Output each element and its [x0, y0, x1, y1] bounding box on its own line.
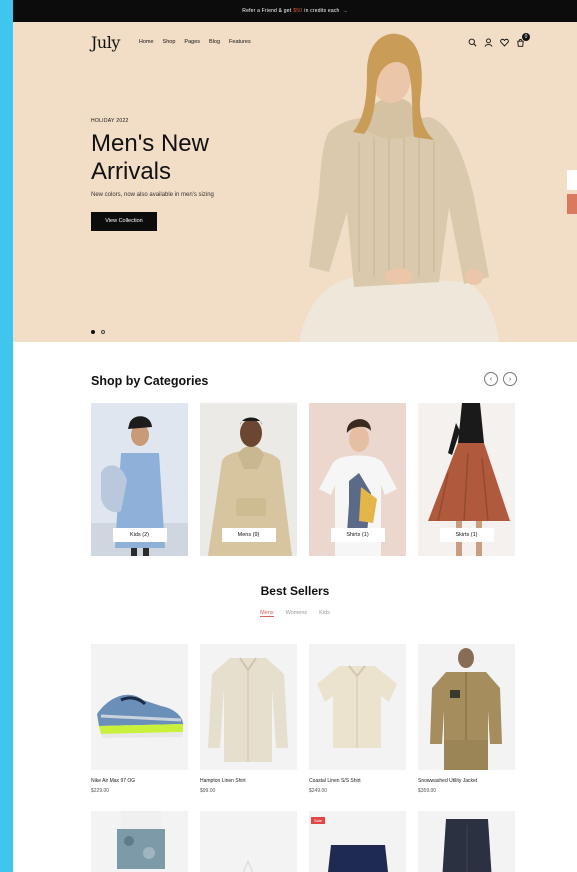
product-grid: Nike Air Max 97 OG $229.00 Hampton Linen…: [91, 644, 515, 794]
best-sellers-title: Best Sellers: [260, 584, 330, 598]
announcement-accent: $50: [293, 8, 303, 14]
account-icon[interactable]: [484, 37, 493, 47]
hero-model-image: [299, 33, 499, 342]
product-image[interactable]: [200, 811, 297, 872]
announcement-bar[interactable]: Refer a Friend & get $50 in credits each…: [13, 0, 577, 22]
product-image[interactable]: Sale: [309, 811, 406, 872]
wishlist-icon[interactable]: [500, 38, 509, 47]
utility-jacket-image: [430, 648, 502, 770]
category-list: Kids (2) Mens (9) Shirts (1) Skirts (1): [91, 403, 515, 556]
sale-badge: Sale: [311, 817, 326, 824]
product-name[interactable]: Coastal Linen S/S Shirt: [309, 778, 406, 784]
product-card[interactable]: Coastal Linen S/S Shirt $249.00: [309, 644, 406, 794]
category-label: Mens (9): [221, 528, 276, 542]
dark-jeans-image: [442, 819, 492, 872]
chevron-right-icon[interactable]: ›: [503, 372, 517, 386]
product-image[interactable]: [91, 811, 188, 872]
product-image[interactable]: [418, 811, 515, 872]
page: Refer a Friend & get $50 in credits each…: [13, 0, 577, 872]
hero-eyebrow: HOLIDAY 2022: [91, 118, 129, 124]
product-image[interactable]: [200, 644, 297, 770]
product-image[interactable]: [91, 644, 188, 770]
slide-dot-2[interactable]: [101, 330, 105, 334]
product-name[interactable]: Hampton Linen Shirt: [200, 778, 297, 784]
nav-item-features[interactable]: Features: [229, 39, 251, 45]
product-image[interactable]: [418, 644, 515, 770]
product-card[interactable]: Nike Air Max 97 OG $229.00: [91, 644, 188, 794]
hero-banner: July Home Shop Pages Blog Features 0 HOL…: [13, 22, 577, 342]
slider-dots: [91, 330, 105, 334]
categories-title: Shop by Categories: [91, 374, 209, 388]
category-card-kids[interactable]: Kids (2): [91, 403, 188, 556]
tab-kids[interactable]: Kids: [319, 610, 330, 617]
category-label: Kids (2): [112, 528, 167, 542]
arrow-right-icon: →: [342, 8, 348, 14]
category-carousel-arrows: ‹ ›: [484, 372, 517, 386]
header-icons: 0: [468, 32, 530, 47]
product-card[interactable]: Snowwashed Utility Jacket $359.00: [418, 644, 515, 794]
product-card[interactable]: Hampton Linen Shirt $99.00: [200, 644, 297, 794]
main-navigation: July Home Shop Pages Blog Features 0: [91, 28, 530, 56]
announcement-text: Refer a Friend & get: [242, 8, 292, 14]
site-logo[interactable]: July: [91, 33, 120, 52]
category-label: Shirts (1): [330, 528, 385, 542]
linen-shirt-image: [208, 657, 288, 762]
view-collection-button[interactable]: View Collection: [91, 212, 157, 231]
nav-item-pages[interactable]: Pages: [184, 39, 200, 45]
category-card-mens[interactable]: Mens (9): [200, 403, 297, 556]
nav-item-blog[interactable]: Blog: [209, 39, 220, 45]
hero-headline: Men's New Arrivals: [91, 130, 209, 185]
product-grid-row-2: Sale: [91, 811, 515, 872]
product-name[interactable]: Nike Air Max 97 OG: [91, 778, 188, 784]
slide-dot-1[interactable]: [91, 330, 95, 334]
nav-item-shop[interactable]: Shop: [163, 39, 176, 45]
category-card-shirts[interactable]: Shirts (1): [309, 403, 406, 556]
product-image[interactable]: [309, 644, 406, 770]
tab-mens[interactable]: Mens: [260, 610, 274, 617]
category-label: Skirts (1): [439, 528, 494, 542]
announcement-text-end: in credits each: [304, 8, 340, 14]
tab-womens[interactable]: Womens: [286, 610, 308, 617]
cart-button[interactable]: 0: [516, 32, 530, 47]
product-name[interactable]: Snowwashed Utility Jacket: [418, 778, 515, 784]
product-price: $99.00: [200, 788, 216, 794]
sneaker-image: [97, 694, 183, 738]
product-placeholder-image: [243, 859, 253, 872]
product-price: $249.00: [309, 788, 328, 794]
chevron-left-icon[interactable]: ‹: [484, 372, 498, 386]
nav-menu: Home Shop Pages Blog Features: [139, 39, 251, 45]
product-price: $229.00: [91, 788, 110, 794]
side-panel-tab-accent[interactable]: [567, 194, 577, 214]
cart-count-badge: 0: [522, 32, 530, 41]
search-icon[interactable]: [468, 38, 477, 47]
category-card-skirts[interactable]: Skirts (1): [418, 403, 515, 556]
side-panel-tab[interactable]: [567, 170, 577, 190]
product-price: $359.00: [418, 788, 437, 794]
best-sellers-tabs: Mens Womens Kids: [13, 610, 577, 617]
short-sleeve-shirt-image: [317, 665, 397, 748]
hero-subline: New colors, now also available in men's …: [91, 192, 214, 198]
nav-item-home[interactable]: Home: [139, 39, 154, 45]
camo-shorts-image: [117, 811, 165, 869]
